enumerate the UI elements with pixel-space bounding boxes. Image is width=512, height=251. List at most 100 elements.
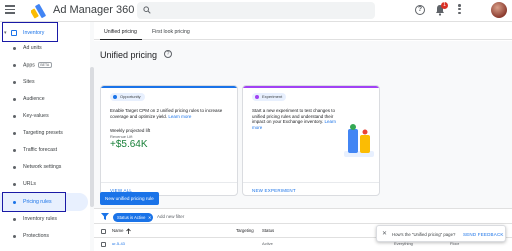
bullet-icon [13,200,16,204]
sidebar-item-label: Pricing rules [23,199,52,205]
bullet-icon [13,217,16,221]
help-icon[interactable]: ? [415,5,425,15]
sidebar-item-sites[interactable]: Sites [0,73,88,91]
chevron-down-icon: ▾ [4,30,7,36]
opportunity-description: Enable Target CPM on 2 unified pricing r… [110,108,237,119]
sidebar-item-network-settings[interactable]: Network settings [0,158,88,176]
menu-icon[interactable] [5,5,15,16]
notification-badge: 1 [441,2,448,9]
experiment-tag: Experiment [252,93,287,101]
sidebar-item-label: Sites [23,79,35,85]
sidebar-item-targeting-presets[interactable]: Targeting presets [0,124,88,142]
bullet-icon [13,63,16,67]
learn-more-link[interactable]: Learn more [168,114,191,119]
app-title: Ad Manager 360 [53,4,135,16]
feedback-message: How's the "Unified pricing" page? [392,232,456,237]
row-checkbox[interactable] [101,242,106,247]
add-filter-input[interactable]: Add new filter [157,214,184,219]
sidebar-item-label: Audience [23,96,45,102]
tab-unified-pricing[interactable]: Unified pricing [100,22,142,40]
revenue-lift-value: +$5.64K [110,139,148,150]
tab-label: Unified pricing [104,29,137,35]
bullet-icon [13,97,16,101]
opportunity-card: Opportunity Enable Target CPM on 2 unifi… [100,85,238,196]
sidebar-item-label: Apps BETA [23,62,52,69]
avatar[interactable] [491,2,507,18]
sidebar-item-inventory-rules[interactable]: Inventory rules [0,210,88,228]
more-vert-icon[interactable] [458,4,461,15]
chip-label: Status is Active [117,214,146,220]
sidebar: ▾ Inventory Ad units Apps BETA Sites Audi… [0,22,94,251]
opportunity-tag: Opportunity [110,93,145,101]
experiment-illustration-icon [344,124,374,157]
sidebar-item-key-values[interactable]: Key-values [0,107,88,125]
card-accent-line [101,86,237,88]
sidebar-item-urls[interactable]: URLs [0,175,88,193]
send-feedback-button[interactable]: SEND FEEDBACK [463,232,504,237]
select-all-checkbox[interactable] [101,228,106,234]
search-input[interactable] [137,2,375,19]
sidebar-item-label: Inventory [23,30,45,36]
top-app-bar: Ad Manager 360 ? 1 [0,0,512,22]
sidebar-item-audience[interactable]: Audience [0,90,88,108]
sidebar-item-traffic-forecast[interactable]: Traffic forecast [0,141,88,159]
feedback-toast: ✕ How's the "Unified pricing" page? SEND… [376,225,506,242]
main-content: Unified pricing ? Opportunity Enable Tar… [94,41,512,251]
help-icon[interactable]: ? [164,50,172,58]
projected-lift-label: Weekly projected lift [110,128,151,133]
bullet-icon [13,234,16,238]
sidebar-item-label: Targeting presets [23,130,63,136]
sidebar-item-label: Traffic forecast [23,147,58,153]
sort-arrow-icon[interactable] [126,228,131,234]
experiment-description: Start a new experiment to test changes t… [252,108,342,130]
bullet-icon [13,148,16,152]
beta-badge: BETA [37,62,52,68]
close-icon[interactable]: ✕ [382,230,387,237]
sidebar-item-ad-units[interactable]: Ad units [0,39,88,57]
column-header-status[interactable]: Status [262,228,274,233]
sidebar-item-pricing-rules[interactable]: Pricing rules [0,193,88,211]
flask-icon [255,95,259,99]
bullet-icon [13,80,16,84]
description-text: Start a new experiment to test changes t… [252,108,336,124]
sidebar-item-apps[interactable]: Apps BETA [0,56,88,74]
sidebar-item-label: Inventory rules [23,216,58,222]
bullet-icon [13,46,16,50]
tab-label: First look pricing [152,29,190,35]
sidebar-item-label: Ad units [23,45,42,51]
divider [101,182,237,183]
filter-icon[interactable] [101,213,109,220]
column-header-name[interactable]: Name [112,228,123,233]
sidebar-item-label: Key-values [23,113,49,119]
experiment-card: Experiment Start a new experiment to tes… [242,85,380,196]
bullet-icon [13,131,16,135]
tag-label: Experiment [262,94,283,99]
sidebar-item-text: Apps [23,62,35,69]
bullet-icon [13,165,16,169]
new-experiment-link[interactable]: NEW EXPERIMENT [252,188,296,193]
lightbulb-icon [113,95,117,99]
ad-manager-logo [31,4,46,19]
card-accent-line [243,86,379,88]
sidebar-item-label: Protections [23,233,49,239]
status-filter-chip[interactable]: Status is Active ✕ [113,212,154,222]
bullet-icon [13,114,16,118]
tab-first-look-pricing[interactable]: First look pricing [147,22,205,40]
rule-name-link[interactable]: ur-5-43 [112,241,125,246]
inventory-icon [11,29,17,36]
bullet-icon [13,182,16,186]
sidebar-item-label: Network settings [23,164,62,170]
new-unified-pricing-rule-button[interactable]: New unified pricing rule [100,192,159,205]
page-title: Unified pricing [100,50,158,60]
search-icon [143,6,151,14]
tab-bar: Unified pricing First look pricing [94,22,512,40]
column-header-targeting[interactable]: Targeting [236,228,254,233]
row-status: Active [262,241,273,246]
tag-label: Opportunity [120,94,141,99]
sidebar-item-label: URLs [23,181,36,187]
sidebar-item-protections[interactable]: Protections [0,227,88,245]
close-icon[interactable]: ✕ [148,213,151,222]
description-text: Enable Target CPM on 2 unified pricing r… [110,108,223,119]
filter-bar: Status is Active ✕ Add new filter [94,208,512,224]
divider [243,182,379,183]
